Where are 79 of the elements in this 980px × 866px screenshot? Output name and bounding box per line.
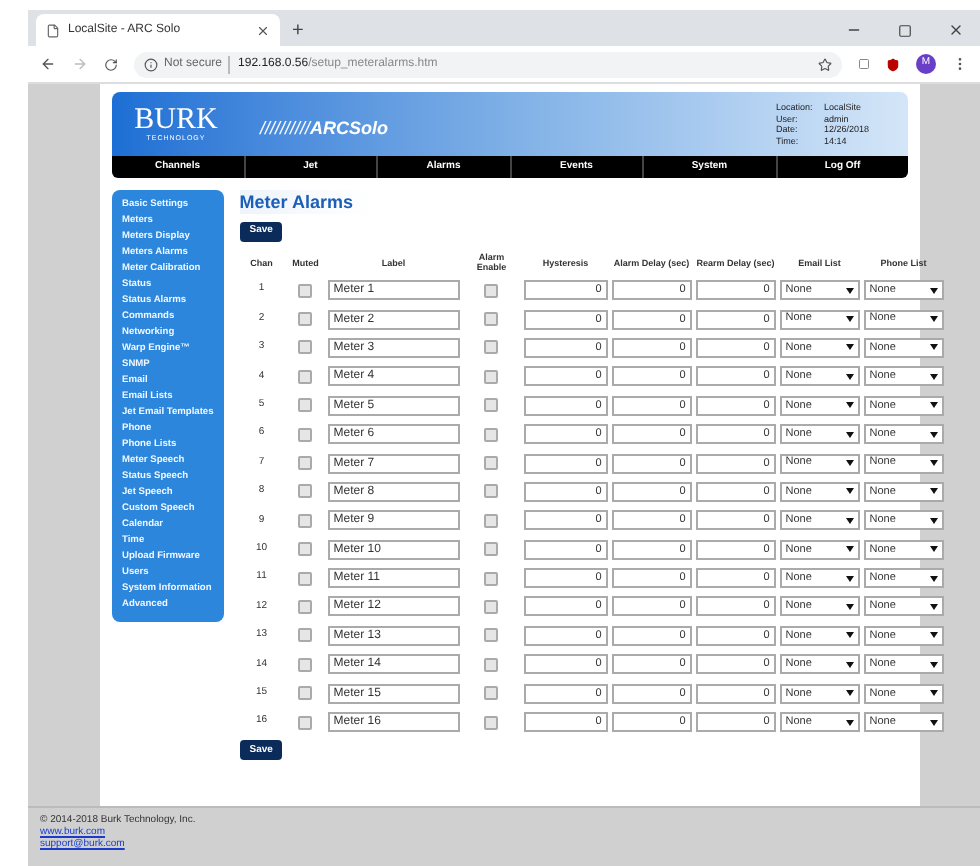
checkbox[interactable] [484,513,499,528]
dropdown-arrow-icon [929,373,938,380]
checkbox[interactable] [484,340,499,355]
dropdown-arrow-icon [845,402,854,409]
checkbox[interactable] [298,340,313,355]
new-tab-button[interactable]: + [292,22,304,42]
checkbox[interactable] [298,542,313,557]
checkbox[interactable] [484,369,499,384]
star-icon[interactable] [818,57,832,71]
checkbox[interactable] [298,513,313,528]
dropdown-arrow-icon [845,719,854,726]
dropdown-arrow-icon [845,575,854,582]
checkbox[interactable] [484,283,499,298]
dropdown-arrow-icon [845,517,854,524]
dropdown-arrow-icon [929,488,938,495]
dropdown-arrow-icon [845,431,854,438]
checkbox[interactable] [484,484,499,499]
checkbox[interactable] [298,312,313,327]
dropdown-arrow-icon [929,546,938,553]
checkbox[interactable] [298,628,313,643]
dropdown-arrow-icon [845,603,854,610]
checkbox[interactable] [484,628,499,643]
dropdown-arrow-icon [929,719,938,726]
checkbox[interactable] [484,686,499,701]
checkbox[interactable] [298,456,313,471]
dropdown-arrow-icon [929,690,938,697]
dropdown-arrow-icon [845,373,854,380]
dropdown-arrow-icon [845,690,854,697]
dropdown-arrow-icon [929,431,938,438]
forward-icon[interactable] [72,56,88,72]
dropdown-arrow-icon [929,344,938,351]
dropdown-arrow-icon [845,287,854,294]
dropdown-arrow-icon [929,517,938,524]
maximize-icon[interactable] [898,23,912,37]
dropdown-arrow-icon [845,488,854,495]
checkbox[interactable] [298,715,313,730]
dropdown-arrow-icon [845,316,854,323]
dropdown-arrow-icon [929,402,938,409]
checkbox[interactable] [298,369,313,384]
dropdown-arrow-icon [929,603,938,610]
reload-icon[interactable] [104,57,118,71]
close-icon[interactable] [948,22,964,38]
checkbox[interactable] [298,599,313,614]
dropdown-arrow-icon [929,460,938,467]
dropdown-arrow-icon [929,632,938,639]
checkbox[interactable] [484,657,499,672]
checkbox[interactable] [484,312,499,327]
extension-icon[interactable] [858,58,870,70]
dropdown-arrow-icon [845,546,854,553]
checkbox[interactable] [484,427,499,442]
dropdown-arrow-icon [845,632,854,639]
dropdown-arrow-icon [929,287,938,294]
shield-icon[interactable] [886,57,900,71]
checkbox[interactable] [298,686,313,701]
product-name: ARCSolo [310,118,389,139]
checkbox[interactable] [484,715,499,730]
checkbox[interactable] [484,542,499,557]
checkbox[interactable] [298,283,313,298]
info-icon[interactable] [144,57,158,71]
dropdown-arrow-icon [845,460,854,467]
checkbox[interactable] [298,398,313,413]
dropdown-arrow-icon [845,344,854,351]
page-icon [46,23,60,37]
checkbox[interactable] [484,571,499,586]
checkbox[interactable] [484,398,499,413]
close-icon[interactable] [256,23,270,37]
dropdown-arrow-icon [845,661,854,668]
dropdown-arrow-icon [929,661,938,668]
checkbox[interactable] [298,571,313,586]
product-slashes: ////////// [260,118,311,139]
checkbox[interactable] [484,599,499,614]
checkbox[interactable] [298,657,313,672]
checkbox[interactable] [484,456,499,471]
back-icon[interactable] [40,56,56,72]
logo-text: BURK [134,105,218,136]
dropdown-arrow-icon [929,575,938,582]
dropdown-arrow-icon [929,316,938,323]
checkbox[interactable] [298,427,313,442]
checkbox[interactable] [298,484,313,499]
